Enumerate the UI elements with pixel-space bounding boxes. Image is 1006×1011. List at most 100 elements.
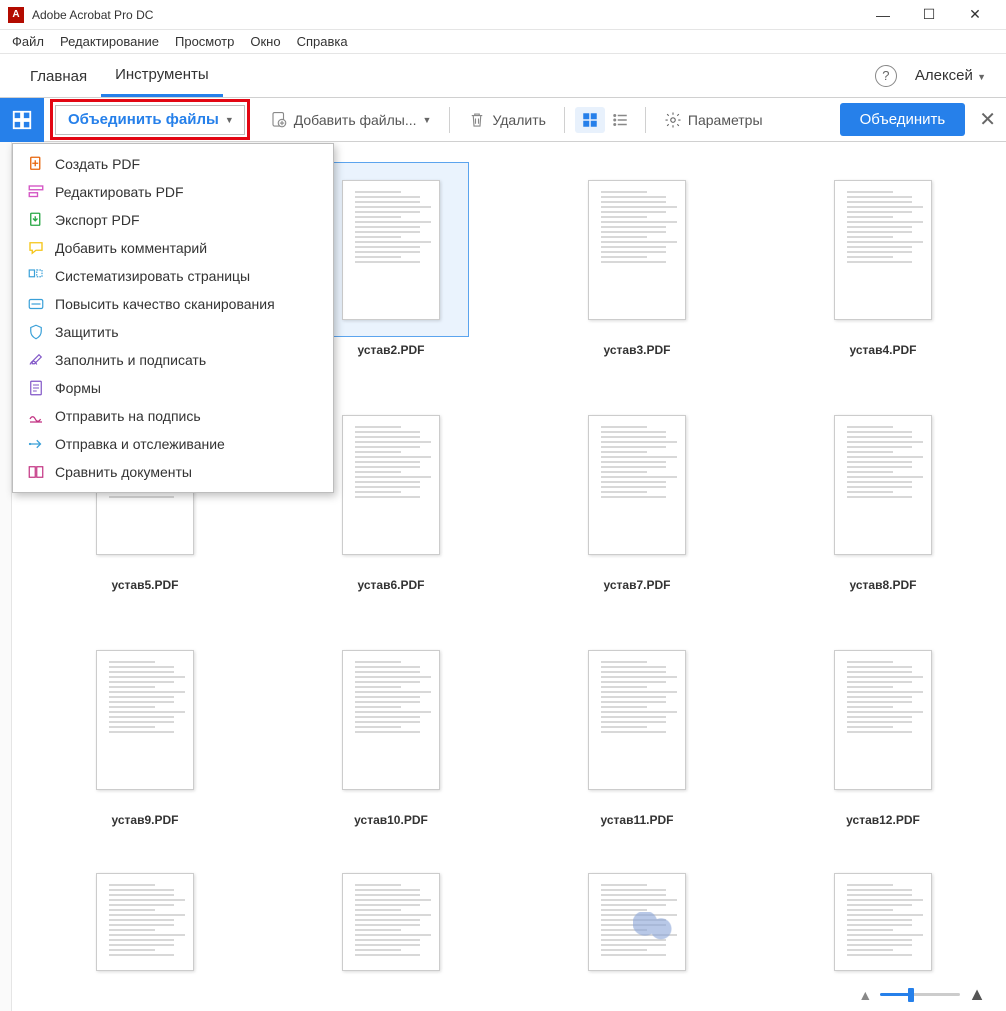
thumbnail-wrap <box>314 397 469 572</box>
page-thumbnail <box>342 650 440 790</box>
dd-enhance-scans[interactable]: Повысить качество сканирования <box>13 290 333 318</box>
tab-tools[interactable]: Инструменты <box>101 54 223 97</box>
app-icon: A <box>8 7 24 23</box>
file-item[interactable]: устав7.PDF <box>534 397 740 592</box>
dd-add-comment[interactable]: Добавить комментарий <box>13 234 333 262</box>
slider-thumb[interactable] <box>908 988 914 1002</box>
thumbnail-wrap <box>806 632 961 807</box>
dd-export-pdf[interactable]: Экспорт PDF <box>13 206 333 234</box>
send-track-icon <box>27 435 45 453</box>
page-thumbnail <box>588 650 686 790</box>
create-pdf-icon <box>27 155 45 173</box>
page-thumbnail <box>96 873 194 971</box>
thumbnail-size-slider[interactable]: ▲ ▲ <box>858 984 986 1005</box>
menu-help[interactable]: Справка <box>289 32 356 51</box>
dd-send-track[interactable]: Отправка и отслеживание <box>13 430 333 458</box>
highlight-annotation: Объединить файлы▼ <box>50 99 250 140</box>
file-label: устав10.PDF <box>354 813 428 827</box>
thumbnail-wrap <box>806 162 961 337</box>
page-thumbnail <box>834 873 932 971</box>
trash-icon <box>468 111 486 129</box>
header-tabs: Главная Инструменты ? Алексей ▼ <box>0 54 1006 98</box>
thumbnail-wrap <box>314 632 469 807</box>
menu-window[interactable]: Окно <box>242 32 288 51</box>
file-label: устав6.PDF <box>358 578 425 592</box>
page-thumbnail <box>588 415 686 555</box>
enhance-scans-icon <box>27 295 45 313</box>
file-item[interactable]: устав8.PDF <box>780 397 986 592</box>
thumbnail-wrap <box>560 397 715 572</box>
maximize-button[interactable]: ☐ <box>906 0 952 30</box>
add-files-button[interactable]: Добавить файлы... ▼ <box>262 107 440 133</box>
user-menu[interactable]: Алексей ▼ <box>915 67 986 84</box>
menu-edit[interactable]: Редактирование <box>52 32 167 51</box>
large-thumb-icon: ▲ <box>968 984 986 1005</box>
slider-track[interactable] <box>880 993 960 996</box>
compare-icon <box>27 463 45 481</box>
menu-view[interactable]: Просмотр <box>167 32 242 51</box>
menu-file[interactable]: Файл <box>4 32 52 51</box>
file-item[interactable]: устав3.PDF <box>534 162 740 357</box>
thumbnail-wrap <box>68 867 223 977</box>
list-view-button[interactable] <box>605 107 635 133</box>
page-thumbnail <box>588 873 686 971</box>
dd-organize-pages[interactable]: Систематизировать страницы <box>13 262 333 290</box>
file-label: устав7.PDF <box>604 578 671 592</box>
dd-forms[interactable]: Формы <box>13 374 333 402</box>
help-icon[interactable]: ? <box>875 65 897 87</box>
file-item[interactable]: устав12.PDF <box>780 632 986 827</box>
dd-create-pdf[interactable]: Создать PDF <box>13 150 333 178</box>
comment-icon <box>27 239 45 257</box>
grid-icon <box>581 111 599 129</box>
delete-button[interactable]: Удалить <box>460 107 553 133</box>
file-item[interactable]: устав4.PDF <box>780 162 986 357</box>
file-label: устав5.PDF <box>112 578 179 592</box>
options-button[interactable]: Параметры <box>656 107 771 133</box>
page-thumbnail <box>834 415 932 555</box>
file-label: устав9.PDF <box>112 813 179 827</box>
page-thumbnail <box>342 873 440 971</box>
shield-icon <box>27 323 45 341</box>
file-label: устав3.PDF <box>604 343 671 357</box>
thumbnail-wrap <box>314 162 469 337</box>
thumbnail-wrap <box>806 397 961 572</box>
add-file-icon <box>270 111 288 129</box>
close-tool-button[interactable]: ✕ <box>965 107 996 132</box>
file-item[interactable]: устав11.PDF <box>534 632 740 827</box>
edit-pdf-icon <box>27 183 45 201</box>
file-item[interactable] <box>780 867 986 983</box>
titlebar: A Adobe Acrobat Pro DC — ☐ ✕ <box>0 0 1006 30</box>
file-label: устав2.PDF <box>358 343 425 357</box>
main-area: Создать PDF Редактировать PDF Экспорт PD… <box>0 142 1006 1011</box>
file-item[interactable] <box>288 867 494 983</box>
dd-protect[interactable]: Защитить <box>13 318 333 346</box>
combine-tool-icon[interactable] <box>0 98 44 142</box>
thumbnail-wrap <box>806 867 961 977</box>
file-item[interactable]: устав10.PDF <box>288 632 494 827</box>
page-thumbnail <box>588 180 686 320</box>
thumbnail-wrap <box>560 632 715 807</box>
dd-compare[interactable]: Сравнить документы <box>13 458 333 486</box>
dd-fill-sign[interactable]: Заполнить и подписать <box>13 346 333 374</box>
dd-edit-pdf[interactable]: Редактировать PDF <box>13 178 333 206</box>
app-title: Adobe Acrobat Pro DC <box>32 8 860 22</box>
thumbnail-wrap <box>560 162 715 337</box>
tab-home[interactable]: Главная <box>16 56 101 96</box>
toolbar: Объединить файлы▼ Добавить файлы... ▼ Уд… <box>0 98 1006 142</box>
close-button[interactable]: ✕ <box>952 0 998 30</box>
list-icon <box>611 111 629 129</box>
minimize-button[interactable]: — <box>860 0 906 30</box>
forms-icon <box>27 379 45 397</box>
file-item[interactable]: устав9.PDF <box>42 632 248 827</box>
dd-send-signature[interactable]: Отправить на подпись <box>13 402 333 430</box>
organize-pages-icon <box>27 267 45 285</box>
page-thumbnail <box>834 650 932 790</box>
grid-view-button[interactable] <box>575 107 605 133</box>
combine-button[interactable]: Объединить <box>840 103 966 136</box>
file-item[interactable] <box>534 867 740 983</box>
fill-sign-icon <box>27 351 45 369</box>
thumbnail-wrap <box>314 867 469 977</box>
file-item[interactable] <box>42 867 248 983</box>
file-label: устав4.PDF <box>850 343 917 357</box>
combine-files-dropdown[interactable]: Объединить файлы▼ <box>55 105 245 135</box>
